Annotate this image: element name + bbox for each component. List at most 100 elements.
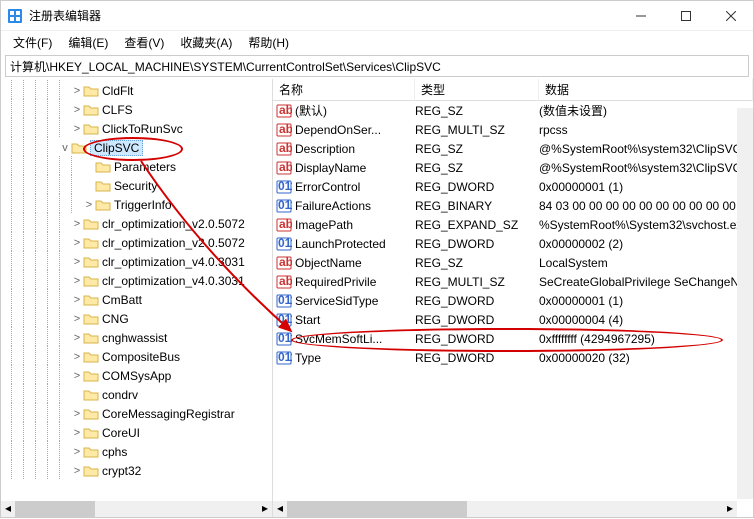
folder-icon: [95, 198, 111, 212]
value-data: 0x00000004 (4): [539, 313, 753, 327]
value-data: 84 03 00 00 00 00 00 00 00 00 00 00: [539, 199, 753, 213]
value-type: REG_MULTI_SZ: [415, 123, 539, 137]
chevron-icon[interactable]: >: [71, 465, 83, 477]
minimize-button[interactable]: [618, 1, 663, 30]
value-name: Start: [295, 313, 415, 327]
value-row[interactable]: 011TypeREG_DWORD0x00000020 (32): [273, 348, 753, 367]
folder-icon: [83, 445, 99, 459]
tree-scrollbar-h[interactable]: ◂ ▸: [1, 501, 272, 517]
chevron-icon[interactable]: >: [71, 370, 83, 382]
tree-item[interactable]: condrv: [1, 385, 272, 404]
tree-item[interactable]: >ClickToRunSvc: [1, 119, 272, 138]
folder-icon: [83, 369, 99, 383]
folder-icon: [83, 312, 99, 326]
value-row[interactable]: 011ServiceSidTypeREG_DWORD0x00000001 (1): [273, 291, 753, 310]
chevron-icon[interactable]: >: [71, 237, 83, 249]
menu-file[interactable]: 文件(F): [5, 32, 60, 53]
svg-text:011: 011: [278, 312, 292, 326]
list-scrollbar-h[interactable]: ◂ ▸: [273, 501, 737, 517]
value-row[interactable]: abRequiredPrivileREG_MULTI_SZSeCreateGlo…: [273, 272, 753, 291]
tree-item[interactable]: > CoreMessagingRegistrar: [1, 404, 272, 423]
tree-item[interactable]: vClipSVC: [1, 138, 272, 157]
tree-label: CoreUI: [102, 426, 140, 440]
value-row[interactable]: 011StartREG_DWORD0x00000004 (4): [273, 310, 753, 329]
tree-item[interactable]: Security: [1, 176, 272, 195]
chevron-icon[interactable]: >: [83, 199, 95, 211]
value-row[interactable]: 011SvcMemSoftLi...REG_DWORD0xffffffff (4…: [273, 329, 753, 348]
folder-icon: [83, 350, 99, 364]
chevron-icon[interactable]: >: [71, 256, 83, 268]
list-scrollbar-v[interactable]: [737, 108, 753, 499]
menu-view[interactable]: 查看(V): [116, 32, 172, 53]
chevron-icon[interactable]: >: [71, 313, 83, 325]
value-row[interactable]: abDependOnSer...REG_MULTI_SZrpcss: [273, 120, 753, 139]
chevron-icon[interactable]: >: [71, 351, 83, 363]
value-row[interactable]: abDescriptionREG_SZ@%SystemRoot%\system3…: [273, 139, 753, 158]
tree-label: clr_optimization_v2.0.5072: [102, 236, 245, 250]
tree-item[interactable]: > CNG: [1, 309, 272, 328]
close-button[interactable]: [708, 1, 753, 30]
chevron-icon[interactable]: >: [71, 427, 83, 439]
tree-label: TriggerInfo: [114, 198, 172, 212]
title-bar: 注册表编辑器: [1, 1, 753, 31]
app-icon: [7, 8, 23, 24]
chevron-icon[interactable]: >: [71, 104, 83, 116]
value-type: REG_SZ: [415, 104, 539, 118]
tree-item[interactable]: >CmBatt: [1, 290, 272, 309]
svg-text:011: 011: [278, 331, 292, 345]
chevron-icon[interactable]: >: [71, 123, 83, 135]
tree-item[interactable]: >clr_optimization_v4.0.3031: [1, 271, 272, 290]
value-row[interactable]: abDisplayNameREG_SZ@%SystemRoot%\system3…: [273, 158, 753, 177]
chevron-icon[interactable]: v: [59, 142, 71, 154]
value-row[interactable]: 011LaunchProtectedREG_DWORD0x00000002 (2…: [273, 234, 753, 253]
tree-item[interactable]: >CldFlt: [1, 81, 272, 100]
tree-item[interactable]: Parameters: [1, 157, 272, 176]
menu-favorites[interactable]: 收藏夹(A): [172, 32, 240, 53]
tree-item[interactable]: > clr_optimization_v2.0.5072: [1, 233, 272, 252]
maximize-button[interactable]: [663, 1, 708, 30]
col-data[interactable]: 数据: [539, 79, 753, 101]
menu-edit[interactable]: 编辑(E): [60, 32, 116, 53]
tree-item[interactable]: > CoreUI: [1, 423, 272, 442]
svg-text:ab: ab: [279, 217, 292, 231]
address-bar[interactable]: 计算机\HKEY_LOCAL_MACHINE\SYSTEM\CurrentCon…: [5, 55, 749, 77]
value-type: REG_DWORD: [415, 180, 539, 194]
chevron-icon[interactable]: >: [71, 275, 83, 287]
tree-label: CoreMessagingRegistrar: [102, 407, 235, 421]
tree-item[interactable]: >cphs: [1, 442, 272, 461]
folder-icon: [83, 274, 99, 288]
chevron-icon[interactable]: >: [71, 294, 83, 306]
value-row[interactable]: 011ErrorControlREG_DWORD0x00000001 (1): [273, 177, 753, 196]
chevron-icon[interactable]: >: [71, 218, 83, 230]
value-row[interactable]: abImagePathREG_EXPAND_SZ%SystemRoot%\Sys…: [273, 215, 753, 234]
value-name: DependOnSer...: [295, 123, 415, 137]
tree-item[interactable]: >CLFS: [1, 100, 272, 119]
menu-bar: 文件(F) 编辑(E) 查看(V) 收藏夹(A) 帮助(H): [1, 31, 753, 53]
tree-item[interactable]: >clr_optimization_v4.0.3031: [1, 252, 272, 271]
chevron-icon[interactable]: >: [71, 446, 83, 458]
chevron-icon[interactable]: >: [71, 408, 83, 420]
chevron-icon[interactable]: >: [71, 85, 83, 97]
value-type: REG_BINARY: [415, 199, 539, 213]
tree-item[interactable]: >crypt32: [1, 461, 272, 480]
chevron-icon[interactable]: >: [71, 332, 83, 344]
folder-icon: [95, 179, 111, 193]
menu-help[interactable]: 帮助(H): [240, 32, 297, 53]
value-row[interactable]: ab(默认)REG_SZ(数值未设置): [273, 101, 753, 120]
value-name: LaunchProtected: [295, 237, 415, 251]
value-row[interactable]: abObjectNameREG_SZLocalSystem: [273, 253, 753, 272]
tree-label: CNG: [102, 312, 129, 326]
tree-item[interactable]: >COMSysApp: [1, 366, 272, 385]
tree-item[interactable]: > TriggerInfo: [1, 195, 272, 214]
value-row[interactable]: 011FailureActionsREG_BINARY84 03 00 00 0…: [273, 196, 753, 215]
tree-item[interactable]: >clr_optimization_v2.0.5072: [1, 214, 272, 233]
window-title: 注册表编辑器: [29, 7, 618, 24]
folder-icon: [83, 255, 99, 269]
svg-text:ab: ab: [279, 160, 292, 174]
tree-item[interactable]: >cnghwassist: [1, 328, 272, 347]
value-icon: 011: [273, 198, 295, 214]
col-name[interactable]: 名称: [273, 79, 415, 101]
col-type[interactable]: 类型: [415, 79, 539, 101]
value-icon: ab: [273, 122, 295, 138]
tree-item[interactable]: >CompositeBus: [1, 347, 272, 366]
